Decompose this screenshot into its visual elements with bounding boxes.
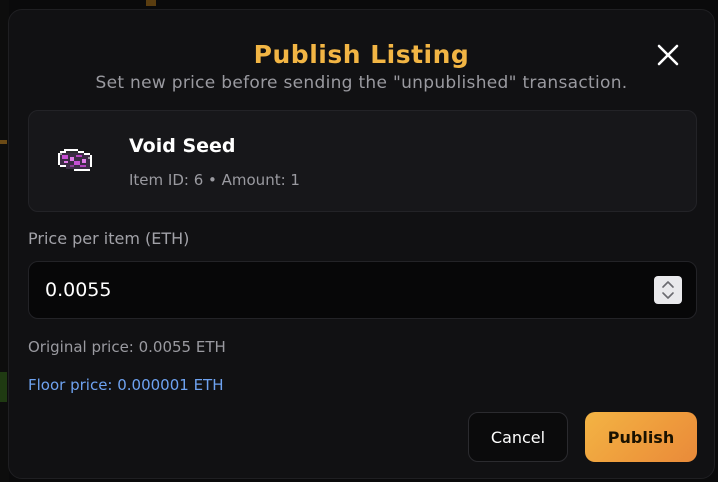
background-top-mark: [146, 0, 156, 6]
modal-title: Publish Listing: [253, 40, 470, 69]
floor-price: Floor price: 0.000001 ETH: [28, 376, 224, 394]
modal-subtitle: Set new price before sending the "unpubl…: [95, 73, 628, 93]
item-meta: Item ID: 6 • Amount: 1: [129, 171, 300, 189]
close-icon: [657, 44, 679, 66]
background-accent-block: [0, 372, 7, 402]
publish-listing-modal: Publish Listing Set new price before sen…: [8, 9, 715, 479]
void-seed-icon: [52, 141, 102, 181]
close-button[interactable]: [654, 41, 682, 69]
price-label: Price per item (ETH): [28, 229, 190, 248]
item-name: Void Seed: [129, 135, 236, 157]
price-input[interactable]: [29, 262, 649, 318]
stepper-icon: [662, 281, 674, 299]
cancel-button[interactable]: Cancel: [468, 412, 568, 462]
original-price: Original price: 0.0055 ETH: [28, 338, 226, 356]
item-card: Void Seed Item ID: 6 • Amount: 1: [28, 110, 697, 212]
price-stepper[interactable]: [654, 276, 682, 304]
price-input-container: [28, 261, 697, 319]
page-backdrop: Publish Listing Set new price before sen…: [0, 0, 718, 482]
background-accent-line: [0, 140, 7, 144]
publish-button[interactable]: Publish: [585, 412, 697, 462]
